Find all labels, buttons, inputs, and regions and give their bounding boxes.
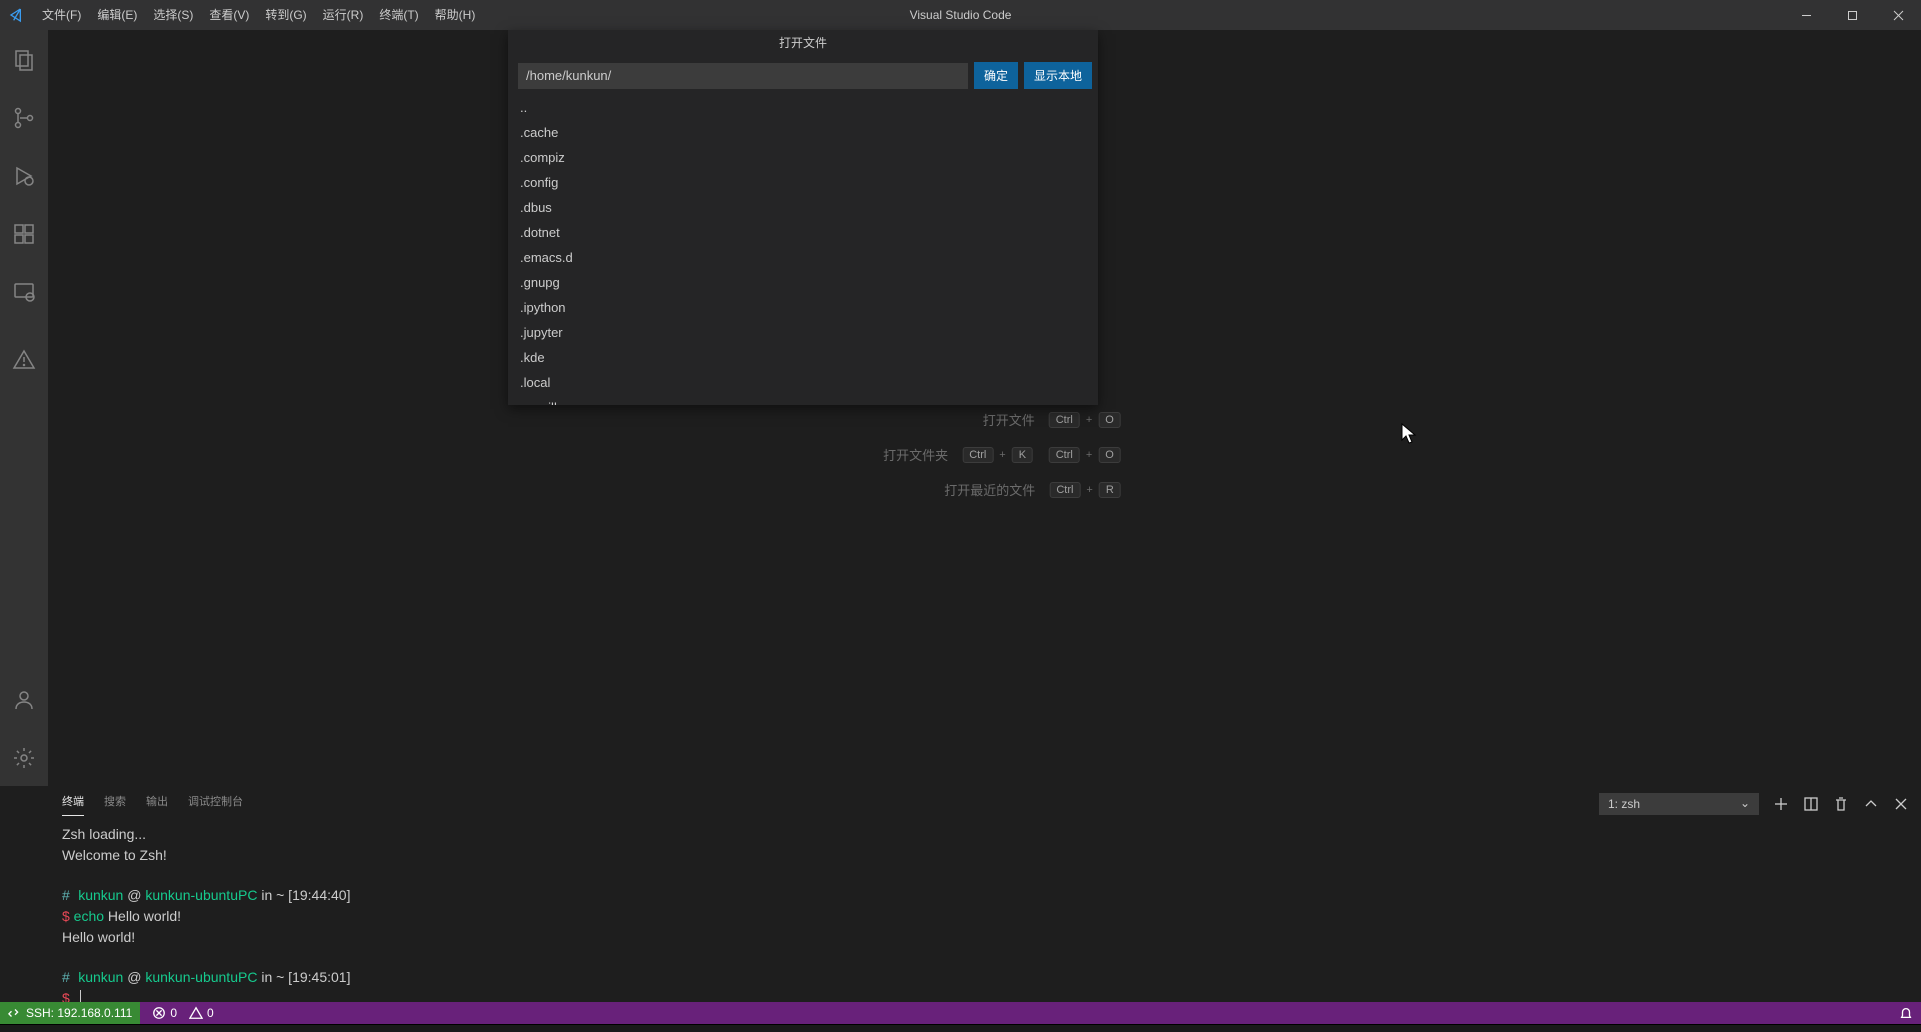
open-file-dialog: 打开文件 确定 显示本地 .. .cache .compiz .config .… (508, 30, 1098, 405)
list-item[interactable]: .config (508, 170, 1098, 195)
shortcut-key: R (1099, 482, 1121, 498)
menu-terminal[interactable]: 终端(T) (371, 0, 426, 30)
show-local-button[interactable]: 显示本地 (1024, 62, 1092, 89)
run-debug-icon[interactable] (0, 156, 48, 196)
list-item[interactable]: .ipython (508, 295, 1098, 320)
ok-button[interactable]: 确定 (974, 62, 1018, 89)
watermark-label: 打开最近的文件 (935, 480, 1035, 499)
list-item[interactable]: .compiz (508, 145, 1098, 170)
terminal-output[interactable]: Zsh loading... Welcome to Zsh! # kunkun … (48, 821, 1921, 1002)
activity-bar (0, 30, 48, 786)
watermark-open-file: 打开文件 Ctrl + O (848, 410, 1121, 429)
os-taskbar (0, 1024, 1921, 1032)
list-item[interactable]: .mozilla (508, 395, 1098, 405)
menu-view[interactable]: 查看(V) (201, 0, 257, 30)
window-title: Visual Studio Code (910, 8, 1012, 22)
kill-terminal-icon[interactable] (1833, 796, 1849, 812)
tab-output[interactable]: 输出 (146, 793, 168, 815)
split-terminal-icon[interactable] (1803, 796, 1819, 812)
menu-go[interactable]: 转到(G) (257, 0, 314, 30)
editor-watermark: 打开文件 Ctrl + O 打开文件夹 Ctrl + K Ctrl + O (848, 410, 1121, 515)
list-item[interactable]: .. (508, 95, 1098, 120)
list-item[interactable]: .emacs.d (508, 245, 1098, 270)
terminal-line: Hello world! (62, 929, 135, 945)
list-item[interactable]: .dbus (508, 195, 1098, 220)
vscode-icon (0, 7, 34, 23)
shortcut-key: Ctrl (1049, 412, 1080, 428)
window-controls (1783, 0, 1921, 30)
minimize-button[interactable] (1783, 0, 1829, 30)
tab-debug-console[interactable]: 调试控制台 (188, 793, 243, 815)
dialog-title: 打开文件 (508, 30, 1098, 56)
menu-help[interactable]: 帮助(H) (427, 0, 484, 30)
close-panel-icon[interactable] (1893, 796, 1909, 812)
menu-file[interactable]: 文件(F) (34, 0, 89, 30)
editor-area: 打开文件 Ctrl + O 打开文件夹 Ctrl + K Ctrl + O (48, 30, 1921, 786)
tab-search[interactable]: 搜索 (104, 793, 126, 815)
shortcut-key: O (1098, 447, 1121, 463)
menu-selection[interactable]: 选择(S) (145, 0, 201, 30)
explorer-icon[interactable] (0, 40, 48, 80)
list-item[interactable]: .dotnet (508, 220, 1098, 245)
new-terminal-icon[interactable] (1773, 796, 1789, 812)
title-bar: 文件(F) 编辑(E) 选择(S) 查看(V) 转到(G) 运行(R) 终端(T… (0, 0, 1921, 30)
shortcut-key: Ctrl (1049, 447, 1080, 463)
watermark-label: 打开文件 (935, 410, 1035, 429)
settings-gear-icon[interactable] (0, 738, 48, 778)
watermark-open-folder: 打开文件夹 Ctrl + K Ctrl + O (848, 445, 1121, 464)
watermark-label: 打开文件夹 (848, 445, 948, 464)
shortcut-key: O (1098, 412, 1121, 428)
status-bar: SSH: 192.168.0.111 0 0 (0, 1002, 1921, 1024)
terminal-cursor (80, 990, 81, 1002)
tab-terminal[interactable]: 终端 (62, 793, 84, 816)
remote-explorer-icon[interactable] (0, 272, 48, 312)
menu-edit[interactable]: 编辑(E) (89, 0, 145, 30)
watermark-open-recent: 打开最近的文件 Ctrl + R (848, 480, 1121, 499)
menu-bar: 文件(F) 编辑(E) 选择(S) 查看(V) 转到(G) 运行(R) 终端(T… (34, 0, 483, 30)
terminal-selector[interactable]: 1: zsh (1599, 793, 1759, 815)
errors-status[interactable]: 0 (152, 1006, 177, 1020)
extensions-icon[interactable] (0, 214, 48, 254)
menu-run[interactable]: 运行(R) (315, 0, 372, 30)
close-button[interactable] (1875, 0, 1921, 30)
shortcut-key: K (1012, 447, 1033, 463)
shortcut-key: Ctrl (1049, 482, 1080, 498)
terminal-line: Welcome to Zsh! (62, 847, 167, 863)
source-control-icon[interactable] (0, 98, 48, 138)
file-list: .. .cache .compiz .config .dbus .dotnet … (508, 95, 1098, 405)
bottom-panel: 终端 搜索 输出 调试控制台 1: zsh Zsh loading... Wel… (48, 786, 1921, 1002)
maximize-button[interactable] (1829, 0, 1875, 30)
list-item[interactable]: .jupyter (508, 320, 1098, 345)
list-item[interactable]: .cache (508, 120, 1098, 145)
list-item[interactable]: .local (508, 370, 1098, 395)
terminal-line: Zsh loading... (62, 826, 146, 842)
remote-status[interactable]: SSH: 192.168.0.111 (0, 1002, 140, 1024)
shortcut-key: Ctrl (962, 447, 993, 463)
accounts-icon[interactable] (0, 680, 48, 720)
list-item[interactable]: .kde (508, 345, 1098, 370)
notifications-icon[interactable] (1899, 1006, 1913, 1020)
file-path-input[interactable] (518, 63, 968, 89)
warnings-status[interactable]: 0 (189, 1006, 214, 1020)
list-item[interactable]: .gnupg (508, 270, 1098, 295)
warning-icon[interactable] (0, 340, 48, 380)
maximize-panel-icon[interactable] (1863, 796, 1879, 812)
panel-tabs: 终端 搜索 输出 调试控制台 1: zsh (48, 787, 1921, 821)
